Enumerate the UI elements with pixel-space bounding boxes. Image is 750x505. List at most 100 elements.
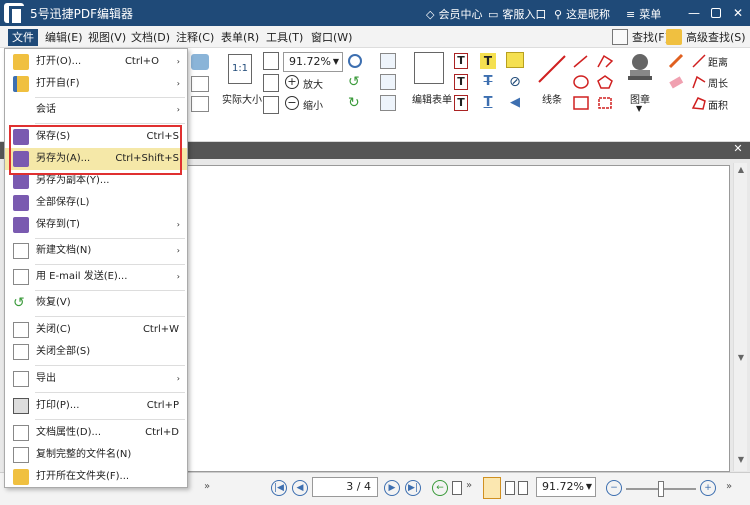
page-number-input[interactable]: 3 / 4 [312,477,378,497]
maximize-button[interactable] [708,5,724,21]
find-button[interactable]: 查找(F) [612,28,669,47]
menu-close[interactable]: 关闭(C) Ctrl+W [5,319,187,341]
zoom-slider-handle[interactable] [658,481,664,497]
underline-icon[interactable]: T [480,95,496,111]
menu-view[interactable]: 视图(V) [84,29,130,46]
menu-print[interactable]: 打印(P)... Ctrl+P [5,395,187,417]
arrow-shape-icon[interactable] [572,53,590,69]
edit-image-icon[interactable] [380,95,396,111]
menu-file[interactable]: 文件 [8,29,38,46]
menu-revert[interactable]: ↺ 恢复(V) [5,292,187,314]
pencil-icon[interactable] [668,53,684,69]
fit-page-icon[interactable] [263,52,279,70]
rotate-left-icon[interactable]: ↺ [348,75,362,89]
fit-visible-icon[interactable] [263,96,279,114]
zoom-out-label[interactable]: 缩小 [303,97,323,112]
menu-window[interactable]: 窗口(W) [307,29,356,46]
menu-open[interactable]: 打开(O)... Ctrl+O › [5,51,187,73]
edit-form-icon[interactable] [414,52,444,84]
menu-export[interactable]: 导出 › [5,368,187,390]
status-more-icon[interactable]: » [726,481,732,492]
add-text-icon[interactable] [380,74,396,90]
ellipse-icon[interactable] [572,74,590,90]
area-label[interactable]: 面积 [708,97,728,112]
menu-edit[interactable]: 编辑(E) [41,29,87,46]
scroll-up-icon[interactable]: ▲ [736,165,746,175]
menu-document-properties[interactable]: 文档属性(D)... Ctrl+D [5,422,187,444]
menu-session[interactable]: 会话 › [5,99,187,121]
crop-page-icon[interactable] [191,76,209,92]
menu-open-from[interactable]: 打开自(F) › [5,73,187,95]
menu-document[interactable]: 文档(D) [127,29,174,46]
continuous-page-button[interactable] [483,477,501,499]
menu-new-document[interactable]: 新建文档(N) › [5,240,187,262]
attachment-icon[interactable]: ⊘ [508,74,522,90]
magnifier-icon[interactable] [348,54,362,68]
menu-close-all[interactable]: 关闭全部(S) [5,341,187,363]
perimeter-icon[interactable] [691,74,707,90]
zoom-in-icon[interactable]: + [285,75,299,89]
text-box-icon[interactable]: T [454,53,468,69]
strikeout-icon[interactable]: T [480,74,496,90]
pdf-page[interactable] [170,165,730,472]
menu-send-email[interactable]: 用 E-mail 发送(E)... › [5,266,187,288]
edit-form-label[interactable]: 编辑表单 [412,91,452,106]
single-page-icon[interactable] [452,481,462,495]
distance-label[interactable]: 距离 [708,54,728,69]
actual-size-icon[interactable]: 1:1 [228,54,252,84]
next-page-button[interactable]: ▶ [384,480,400,496]
zoom-in-label[interactable]: 放大 [303,76,323,91]
rotate-right-icon[interactable]: ↻ [348,96,362,110]
actual-size-label[interactable]: 实际大小 [222,91,262,106]
fit-width-icon[interactable] [263,74,279,92]
zoom-out-icon[interactable]: − [285,96,299,110]
polygon-line-icon[interactable] [596,53,614,69]
close-document-button[interactable]: ✕ [732,143,744,155]
stamp-dropdown-icon[interactable]: ▼ [636,104,642,113]
minimize-button[interactable]: — [686,5,702,21]
first-page-button[interactable]: |◀ [271,480,287,496]
last-page-button[interactable]: ▶| [405,480,421,496]
pentagon-icon[interactable] [596,74,614,90]
highlight-text-icon[interactable]: T [480,53,496,69]
typewriter-icon[interactable]: T [454,95,468,111]
sound-icon[interactable]: ◀ [506,95,524,111]
scroll-end-icon[interactable]: ▼ [736,455,746,465]
facing-page-icon[interactable] [505,481,515,495]
zoom-select[interactable]: 91.72% ▼ [283,52,343,72]
facing-continuous-icon[interactable] [518,481,528,495]
page-layout-icon[interactable] [191,96,209,112]
scroll-down-icon[interactable]: ▼ [736,353,746,363]
perimeter-label[interactable]: 周长 [708,75,728,90]
menu-copy-filename[interactable]: 复制完整的文件名(N) [5,444,187,466]
cloud-icon[interactable] [596,95,614,111]
line-icon[interactable] [537,54,567,84]
sticky-note-icon[interactable] [506,52,524,68]
vertical-scrollbar[interactable]: ▲ ▼ ▼ [733,163,747,471]
menu-comment[interactable]: 注释(C) [172,29,218,46]
main-menu-button[interactable]: ≡ 菜单 [626,6,661,22]
snapshot-icon[interactable] [191,54,209,70]
area-icon[interactable] [691,95,707,111]
zoom-in-button[interactable]: + [700,480,716,496]
edit-text-icon[interactable] [380,53,396,69]
line-label[interactable]: 线条 [542,91,562,106]
menu-form[interactable]: 表单(R) [217,29,263,46]
stamp-icon[interactable] [625,52,655,84]
distance-icon[interactable] [691,53,707,69]
eraser-icon[interactable] [668,74,684,90]
prev-page-button[interactable]: ◀ [292,480,308,496]
back-button[interactable]: ← [432,480,448,496]
zoom-out-button[interactable]: − [606,480,622,496]
menu-tools[interactable]: 工具(T) [262,29,307,46]
status-zoom-select[interactable]: 91.72% ▼ [536,477,596,497]
more-chevron-icon[interactable]: » [466,480,472,491]
member-center-button[interactable]: ◇ 会员中心 [426,6,482,22]
callout-icon[interactable]: T [454,74,468,90]
advanced-find-button[interactable]: 高级查找(S) [666,28,746,47]
close-window-button[interactable]: ✕ [730,5,746,21]
user-profile-button[interactable]: ⚲ 这是昵称 [554,6,610,22]
menu-save-all[interactable]: 全部保存(L) [5,192,187,214]
rectangle-icon[interactable] [572,95,590,111]
double-chevron-icon[interactable]: » [204,481,210,492]
